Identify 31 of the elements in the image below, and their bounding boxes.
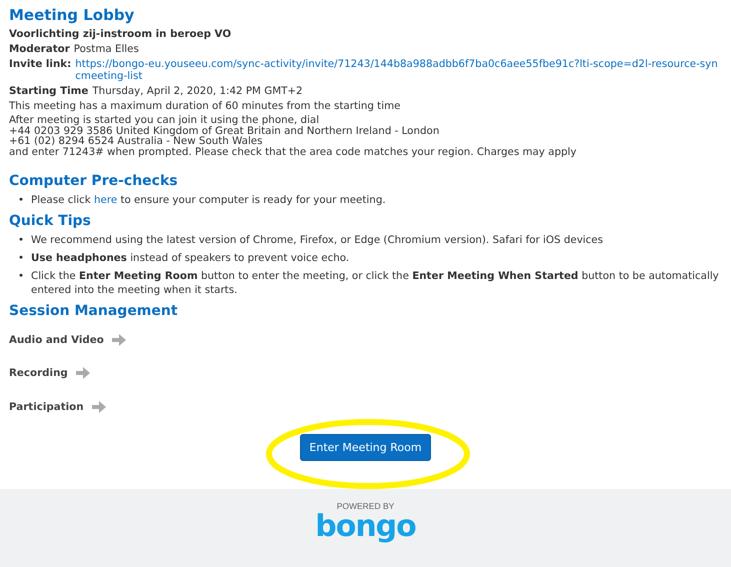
enter-meeting-room-button[interactable]: Enter Meeting Room (300, 434, 431, 460)
duration-note: This meeting has a maximum duration of 60 minutes from the starting time (9, 100, 402, 112)
here-link[interactable]: here (94, 194, 118, 206)
section-heading: Quick Tips (9, 213, 92, 229)
detail-label: Moderator (9, 43, 70, 55)
precheck-text: Please click here to ensure your computer is ready for your meeting. (31, 193, 386, 207)
bongo-logo: bongo (315, 511, 416, 543)
detail-label: Starting Time (9, 85, 88, 97)
tip-text: Click the Enter Meeting Room button to enter the meeting, or click the Enter Meeting When Started button to be automatically entered into the meeting when it starts. (31, 269, 720, 297)
powered-by-label: POWERED BY (336, 501, 394, 511)
detail-value: Postma Elles (74, 43, 139, 55)
detail-value: Thursday, April 2, 2020, 1:42 PM GMT+2 (92, 85, 303, 97)
invite-link[interactable]: https://bongo-eu.youseeu.com/sync-activity/invite/71243/144b8a988adbb6f7ba0c6aee55fbe91c?lti-scope=d2l-resource-syncmeeting-list (75, 58, 722, 82)
tip-text: We recommend using the latest version of Chrome, Firefox, or Edge (Chromium version). Safari for iOS devices (31, 233, 604, 247)
phone-instructions: After meeting is started you can join it using the phone, dial +44 0203 929 3586 United Kingdom of Great Britain and Northern Ireland - London +61 (02) 8294 6524 Australia - New South Wales and enter 71243# when prompted. Please check that the area code matches your region. Charges may apply (9, 115, 578, 157)
page-title: Meeting Lobby (9, 6, 136, 24)
bullet: • (16, 233, 26, 247)
section-heading: Computer Pre-checks (9, 173, 179, 189)
arrow-icon[interactable] (112, 334, 126, 346)
bullet: • (16, 269, 26, 284)
meeting-name: Voorlichting zij-instroom in beroep VO (9, 28, 232, 40)
detail-label: Invite link: (9, 58, 72, 70)
session-item[interactable]: Recording (9, 367, 68, 380)
session-item[interactable]: Participation (9, 400, 84, 413)
tip-text: Use headphones instead of speakers to prevent voice echo. (31, 251, 350, 265)
arrow-icon[interactable] (92, 400, 106, 413)
bullet: • (16, 251, 26, 265)
arrow-icon[interactable] (76, 367, 90, 380)
session-item[interactable]: Audio and Video (9, 334, 104, 346)
section-heading: Session Management (9, 303, 179, 319)
bullet: • (16, 193, 26, 207)
